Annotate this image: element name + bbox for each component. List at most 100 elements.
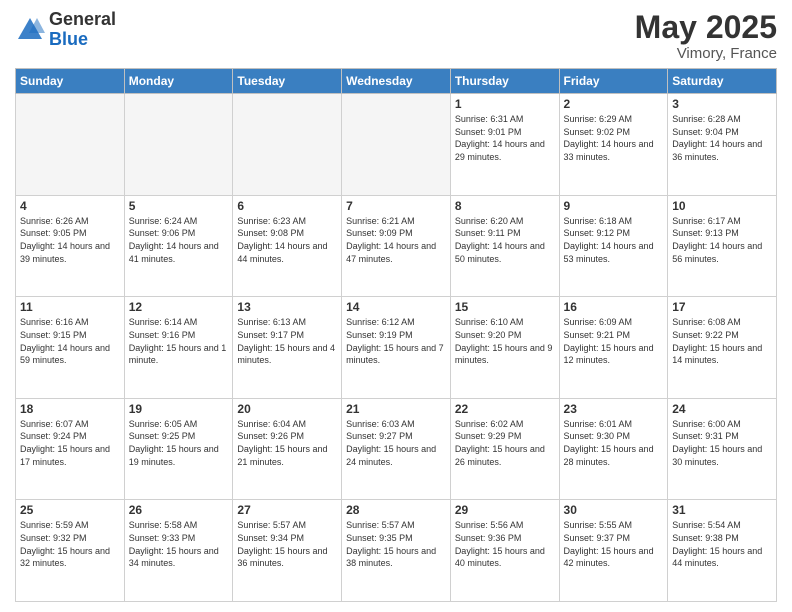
page: General Blue May 2025 Vimory, France Sun… xyxy=(0,0,792,612)
day-cell: 10Sunrise: 6:17 AM Sunset: 9:13 PM Dayli… xyxy=(668,195,777,297)
day-number: 2 xyxy=(564,97,664,111)
day-number: 3 xyxy=(672,97,772,111)
logo: General Blue xyxy=(15,10,116,50)
day-number: 19 xyxy=(129,402,229,416)
day-info: Sunrise: 6:00 AM Sunset: 9:31 PM Dayligh… xyxy=(672,418,772,468)
day-info: Sunrise: 5:56 AM Sunset: 9:36 PM Dayligh… xyxy=(455,519,555,569)
day-number: 23 xyxy=(564,402,664,416)
day-cell: 12Sunrise: 6:14 AM Sunset: 9:16 PM Dayli… xyxy=(124,297,233,399)
day-info: Sunrise: 6:14 AM Sunset: 9:16 PM Dayligh… xyxy=(129,316,229,366)
day-number: 30 xyxy=(564,503,664,517)
day-number: 13 xyxy=(237,300,337,314)
day-cell: 25 Sunrise: 5:59 AM Sunset: 9:32 PM Dayli… xyxy=(16,500,125,602)
day-cell: 23 Sunrise: 6:01 AM Sunset: 9:30 PM Dayli… xyxy=(559,398,668,500)
day-cell: 8 Sunrise: 6:20 AM Sunset: 9:11 PM Daylig… xyxy=(450,195,559,297)
logo-general: General xyxy=(49,9,116,29)
day-info: Sunrise: 5:57 AM Sunset: 9:35 PM Dayligh… xyxy=(346,519,446,569)
day-cell: 13 Sunrise: 6:13 AM Sunset: 9:17 PM Dayli… xyxy=(233,297,342,399)
day-info: Sunrise: 6:20 AM Sunset: 9:11 PM Dayligh… xyxy=(455,215,555,265)
day-cell: 20Sunrise: 6:04 AM Sunset: 9:26 PM Dayli… xyxy=(233,398,342,500)
week-row-2: 4 Sunrise: 6:26 AM Sunset: 9:05 PM Daylig… xyxy=(16,195,777,297)
day-info: Sunrise: 6:08 AM Sunset: 9:22 PM Dayligh… xyxy=(672,316,772,366)
col-tuesday: Tuesday xyxy=(233,69,342,94)
day-number: 4 xyxy=(20,199,120,213)
day-cell: 21Sunrise: 6:03 AM Sunset: 9:27 PM Dayli… xyxy=(342,398,451,500)
day-info: Sunrise: 6:28 AM Sunset: 9:04 PM Dayligh… xyxy=(672,113,772,163)
col-thursday: Thursday xyxy=(450,69,559,94)
day-cell: 16Sunrise: 6:09 AM Sunset: 9:21 PM Dayli… xyxy=(559,297,668,399)
day-cell: 27 Sunrise: 5:57 AM Sunset: 9:34 PM Dayli… xyxy=(233,500,342,602)
day-info: Sunrise: 6:23 AM Sunset: 9:08 PM Dayligh… xyxy=(237,215,337,265)
day-number: 14 xyxy=(346,300,446,314)
col-sunday: Sunday xyxy=(16,69,125,94)
month-year: May 2025 xyxy=(635,10,777,45)
day-cell: 26Sunrise: 5:58 AM Sunset: 9:33 PM Dayli… xyxy=(124,500,233,602)
day-number: 24 xyxy=(672,402,772,416)
day-info: Sunrise: 6:01 AM Sunset: 9:30 PM Dayligh… xyxy=(564,418,664,468)
day-cell: 2 Sunrise: 6:29 AM Sunset: 9:02 PM Daylig… xyxy=(559,94,668,196)
day-cell: 30Sunrise: 5:55 AM Sunset: 9:37 PM Dayli… xyxy=(559,500,668,602)
logo-blue: Blue xyxy=(49,29,88,49)
day-info: Sunrise: 5:54 AM Sunset: 9:38 PM Dayligh… xyxy=(672,519,772,569)
day-cell: 28 Sunrise: 5:57 AM Sunset: 9:35 PM Dayli… xyxy=(342,500,451,602)
logo-text: General Blue xyxy=(49,10,116,50)
day-info: Sunrise: 5:57 AM Sunset: 9:34 PM Dayligh… xyxy=(237,519,337,569)
header: General Blue May 2025 Vimory, France xyxy=(15,10,777,62)
day-cell: 24 Sunrise: 6:00 AM Sunset: 9:31 PM Dayli… xyxy=(668,398,777,500)
day-number: 31 xyxy=(672,503,772,517)
day-number: 8 xyxy=(455,199,555,213)
day-cell: 4 Sunrise: 6:26 AM Sunset: 9:05 PM Daylig… xyxy=(16,195,125,297)
day-info: Sunrise: 6:02 AM Sunset: 9:29 PM Dayligh… xyxy=(455,418,555,468)
day-number: 17 xyxy=(672,300,772,314)
day-cell: 19 Sunrise: 6:05 AM Sunset: 9:25 PM Dayli… xyxy=(124,398,233,500)
day-number: 1 xyxy=(455,97,555,111)
day-cell: 29 Sunrise: 5:56 AM Sunset: 9:36 PM Dayli… xyxy=(450,500,559,602)
day-cell: 17 Sunrise: 6:08 AM Sunset: 9:22 PM Dayli… xyxy=(668,297,777,399)
day-info: Sunrise: 6:07 AM Sunset: 9:24 PM Dayligh… xyxy=(20,418,120,468)
title-block: May 2025 Vimory, France xyxy=(635,10,777,62)
day-number: 29 xyxy=(455,503,555,517)
day-number: 27 xyxy=(237,503,337,517)
col-saturday: Saturday xyxy=(668,69,777,94)
day-number: 25 xyxy=(20,503,120,517)
day-info: Sunrise: 5:59 AM Sunset: 9:32 PM Dayligh… xyxy=(20,519,120,569)
day-number: 10 xyxy=(672,199,772,213)
week-row-1: 1Sunrise: 6:31 AM Sunset: 9:01 PM Daylig… xyxy=(16,94,777,196)
day-number: 6 xyxy=(237,199,337,213)
day-info: Sunrise: 6:21 AM Sunset: 9:09 PM Dayligh… xyxy=(346,215,446,265)
day-number: 18 xyxy=(20,402,120,416)
day-number: 15 xyxy=(455,300,555,314)
week-row-3: 11Sunrise: 6:16 AM Sunset: 9:15 PM Dayli… xyxy=(16,297,777,399)
day-info: Sunrise: 6:04 AM Sunset: 9:26 PM Dayligh… xyxy=(237,418,337,468)
logo-icon xyxy=(15,15,45,45)
day-info: Sunrise: 6:24 AM Sunset: 9:06 PM Dayligh… xyxy=(129,215,229,265)
day-info: Sunrise: 6:29 AM Sunset: 9:02 PM Dayligh… xyxy=(564,113,664,163)
day-cell: 5 Sunrise: 6:24 AM Sunset: 9:06 PM Daylig… xyxy=(124,195,233,297)
day-cell: 1Sunrise: 6:31 AM Sunset: 9:01 PM Daylig… xyxy=(450,94,559,196)
col-wednesday: Wednesday xyxy=(342,69,451,94)
day-cell: 6 Sunrise: 6:23 AM Sunset: 9:08 PM Daylig… xyxy=(233,195,342,297)
day-info: Sunrise: 5:58 AM Sunset: 9:33 PM Dayligh… xyxy=(129,519,229,569)
day-cell xyxy=(342,94,451,196)
day-cell xyxy=(124,94,233,196)
day-cell xyxy=(16,94,125,196)
day-info: Sunrise: 6:13 AM Sunset: 9:17 PM Dayligh… xyxy=(237,316,337,366)
day-number: 9 xyxy=(564,199,664,213)
day-number: 28 xyxy=(346,503,446,517)
day-info: Sunrise: 6:26 AM Sunset: 9:05 PM Dayligh… xyxy=(20,215,120,265)
header-row: Sunday Monday Tuesday Wednesday Thursday… xyxy=(16,69,777,94)
day-info: Sunrise: 6:05 AM Sunset: 9:25 PM Dayligh… xyxy=(129,418,229,468)
week-row-5: 25 Sunrise: 5:59 AM Sunset: 9:32 PM Dayli… xyxy=(16,500,777,602)
day-info: Sunrise: 6:09 AM Sunset: 9:21 PM Dayligh… xyxy=(564,316,664,366)
day-cell: 14 Sunrise: 6:12 AM Sunset: 9:19 PM Dayli… xyxy=(342,297,451,399)
col-friday: Friday xyxy=(559,69,668,94)
day-cell: 11Sunrise: 6:16 AM Sunset: 9:15 PM Dayli… xyxy=(16,297,125,399)
day-cell xyxy=(233,94,342,196)
day-number: 5 xyxy=(129,199,229,213)
day-cell: 9Sunrise: 6:18 AM Sunset: 9:12 PM Daylig… xyxy=(559,195,668,297)
day-number: 22 xyxy=(455,402,555,416)
location: Vimory, France xyxy=(635,45,777,62)
day-number: 7 xyxy=(346,199,446,213)
day-number: 21 xyxy=(346,402,446,416)
day-info: Sunrise: 6:12 AM Sunset: 9:19 PM Dayligh… xyxy=(346,316,446,366)
